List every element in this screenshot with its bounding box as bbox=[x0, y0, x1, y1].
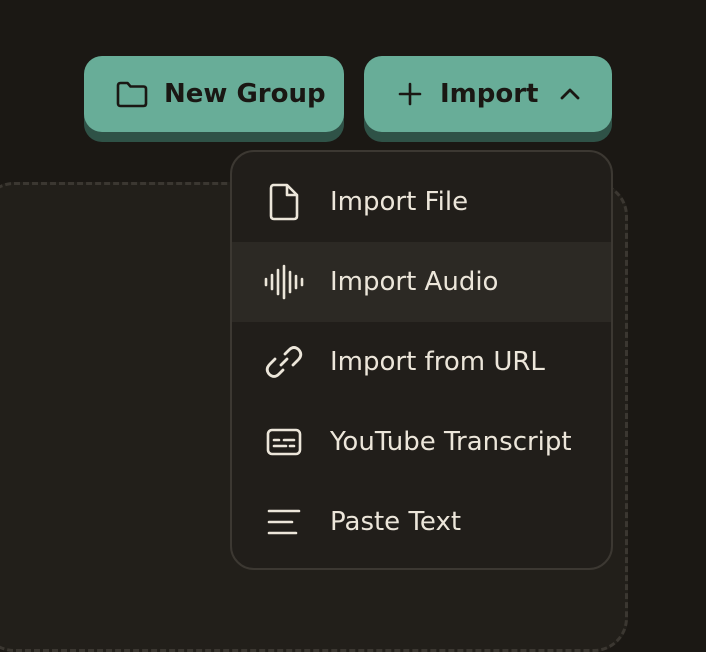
import-dropdown-menu: Import File Import Audio Import from URL bbox=[230, 150, 613, 570]
new-group-label: New Group bbox=[164, 79, 326, 109]
captions-icon bbox=[264, 422, 304, 462]
menu-item-label: Import from URL bbox=[330, 347, 545, 377]
plus-icon bbox=[398, 82, 422, 106]
folder-icon bbox=[116, 81, 148, 108]
menu-item-import-url[interactable]: Import from URL bbox=[232, 322, 611, 402]
menu-item-label: Import File bbox=[330, 187, 469, 217]
import-button[interactable]: Import bbox=[364, 56, 612, 132]
import-label: Import bbox=[440, 79, 539, 109]
audio-waveform-icon bbox=[264, 262, 304, 302]
menu-item-label: YouTube Transcript bbox=[330, 427, 572, 457]
chevron-up-icon bbox=[560, 88, 579, 100]
menu-item-import-file[interactable]: Import File bbox=[232, 162, 611, 242]
file-icon bbox=[264, 182, 304, 222]
menu-item-import-audio[interactable]: Import Audio bbox=[232, 242, 611, 322]
new-group-button[interactable]: New Group bbox=[84, 56, 344, 132]
menu-item-label: Import Audio bbox=[330, 267, 499, 297]
text-lines-icon bbox=[264, 502, 304, 542]
menu-item-paste-text[interactable]: Paste Text bbox=[232, 482, 611, 562]
link-icon bbox=[264, 342, 304, 382]
menu-item-youtube-transcript[interactable]: YouTube Transcript bbox=[232, 402, 611, 482]
menu-item-label: Paste Text bbox=[330, 507, 462, 537]
